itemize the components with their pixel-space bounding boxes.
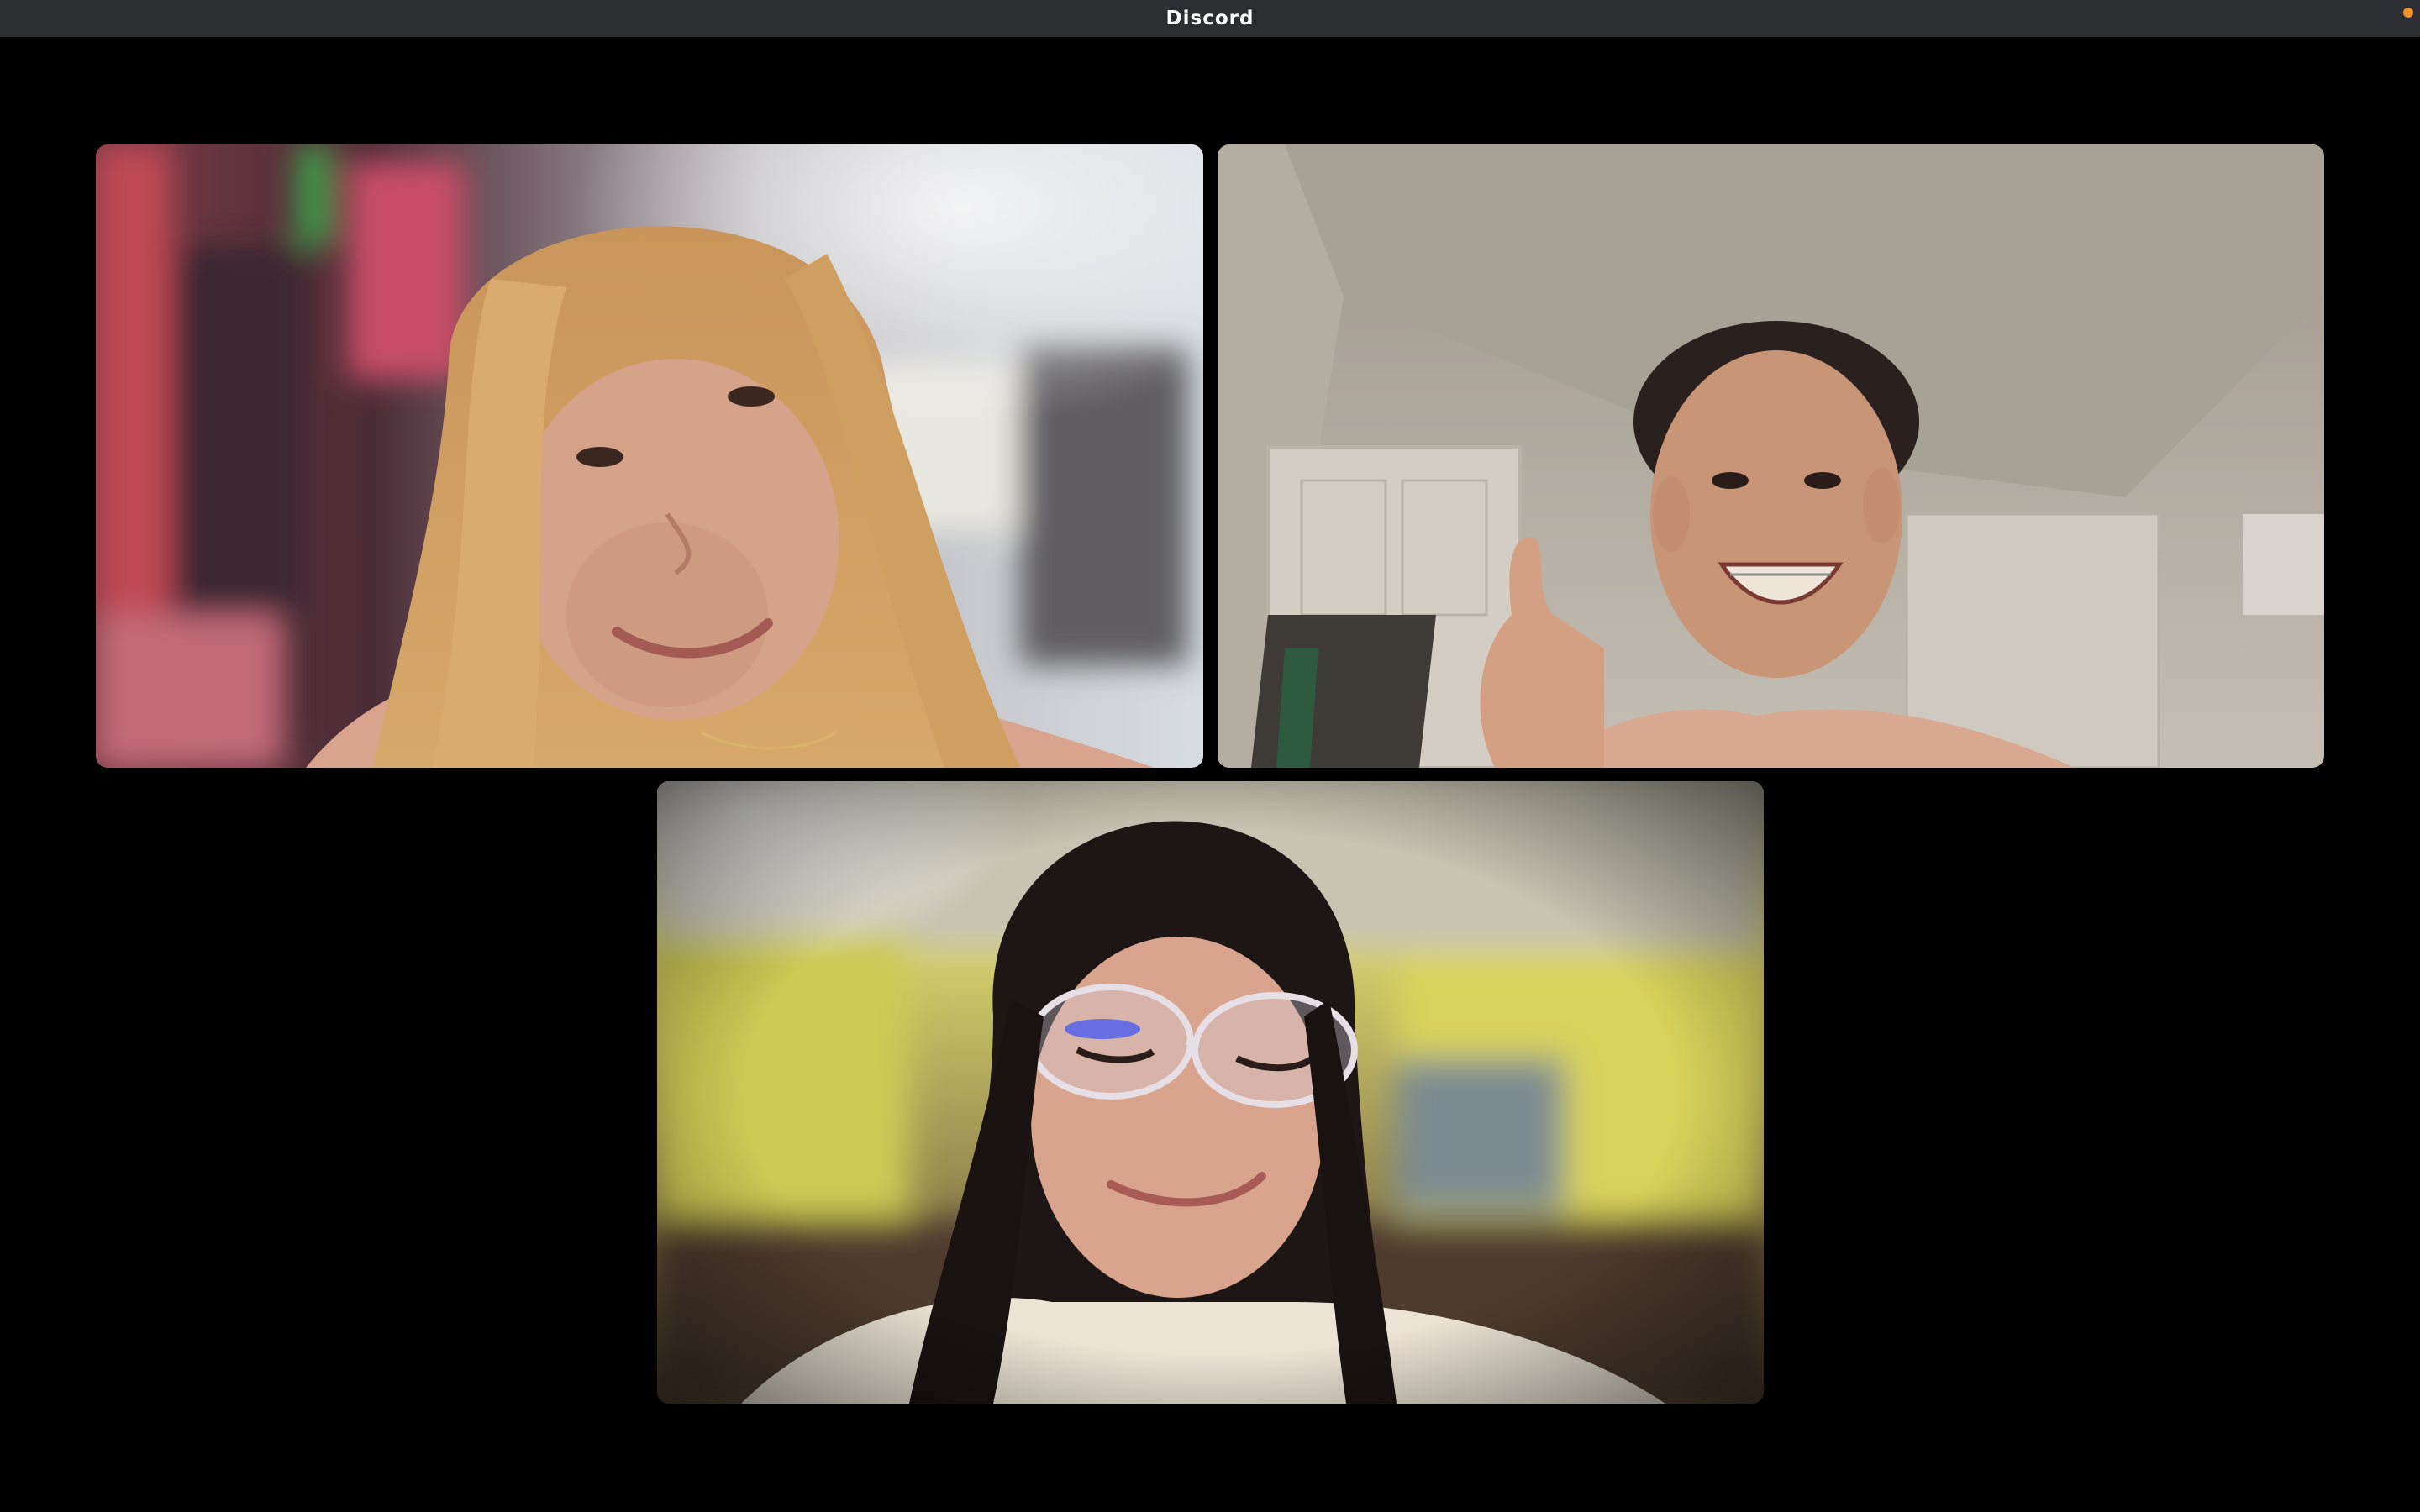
video-tile-2[interactable] xyxy=(1218,144,2324,768)
video-tile-3[interactable] xyxy=(657,781,1764,1404)
video-call-stage xyxy=(0,37,2420,1512)
window-title: Discord xyxy=(1165,8,1255,29)
video-tile-1[interactable] xyxy=(96,144,1203,768)
window-titlebar: Discord xyxy=(0,0,2420,37)
participant-video-2 xyxy=(1218,144,2324,768)
status-indicator-dot xyxy=(2403,8,2413,18)
participant-video-1 xyxy=(96,144,1203,768)
participant-video-3 xyxy=(657,781,1764,1404)
